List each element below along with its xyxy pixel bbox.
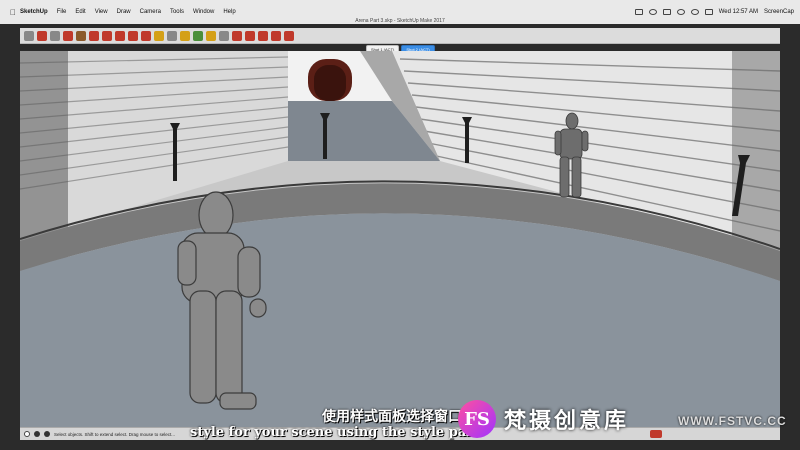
rotate-icon[interactable]	[115, 30, 125, 41]
info-icon[interactable]	[34, 431, 40, 437]
right-letterbox	[780, 24, 800, 450]
clock-status-icon[interactable]	[648, 9, 657, 15]
clock[interactable]: Wed 12:57 AM	[719, 9, 758, 15]
help-icon[interactable]	[24, 431, 30, 437]
credits-icon[interactable]	[44, 431, 50, 437]
recording-badge-icon	[650, 430, 662, 438]
recorder-label[interactable]: ScreenCap	[764, 9, 794, 15]
menu-view[interactable]: View	[95, 9, 108, 15]
pan-icon[interactable]	[206, 30, 216, 41]
dropbox-icon[interactable]	[662, 9, 671, 15]
tape-measure-icon[interactable]	[154, 30, 164, 41]
wifi-icon[interactable]	[690, 9, 699, 15]
rectangle-icon[interactable]	[76, 30, 86, 41]
window-title: Arena Part 3.skp - SketchUp Make 2017	[355, 18, 445, 24]
watermark: FS 梵摄创意库	[458, 400, 629, 438]
menu-file[interactable]: File	[57, 9, 67, 15]
menu-camera[interactable]: Camera	[140, 9, 161, 15]
pencil-line-icon[interactable]	[50, 30, 60, 41]
extension-warehouse-icon[interactable]	[258, 30, 268, 41]
select-arrow-icon[interactable]	[24, 30, 34, 41]
menu-draw[interactable]: Draw	[117, 9, 131, 15]
zoom-extents-icon[interactable]	[232, 30, 242, 41]
apple-icon[interactable]: 	[6, 8, 20, 17]
text-icon[interactable]	[167, 30, 177, 41]
move-icon[interactable]	[102, 30, 112, 41]
zoom-icon[interactable]	[219, 30, 229, 41]
subtitle-chinese: 使用样式面板选择窗口	[322, 408, 462, 424]
push-pull-icon[interactable]	[89, 30, 99, 41]
watermark-logo: FS	[458, 400, 496, 438]
scale-icon[interactable]	[128, 30, 138, 41]
extension-manager-icon[interactable]	[284, 30, 294, 41]
arena-scene	[20, 51, 780, 427]
watermark-name: 梵摄创意库	[504, 408, 630, 433]
3d-viewport[interactable]	[20, 51, 780, 427]
menu-window[interactable]: Window	[193, 9, 214, 15]
offset-icon[interactable]	[141, 30, 151, 41]
main-toolbar	[20, 28, 780, 44]
sync-icon[interactable]	[676, 9, 685, 15]
menu-help[interactable]: Help	[223, 9, 235, 15]
arc-icon[interactable]	[63, 30, 73, 41]
battery-icon[interactable]	[704, 9, 713, 15]
3d-warehouse-icon[interactable]	[245, 30, 255, 41]
display-icon[interactable]	[634, 9, 643, 15]
menu-app[interactable]: SketchUp	[20, 9, 48, 15]
paint-bucket-icon[interactable]	[180, 30, 190, 41]
watermark-url: WWW.FSTVC.CC	[678, 414, 787, 428]
status-message: Select objects. Shift to extend select. …	[54, 431, 176, 437]
orbit-icon[interactable]	[193, 30, 203, 41]
gate-door	[314, 65, 346, 101]
subtitle-english: style for your scene using the style pal…	[190, 425, 480, 440]
eraser-icon[interactable]	[37, 30, 47, 41]
bottom-letterbox	[0, 440, 800, 450]
menu-tools[interactable]: Tools	[170, 9, 184, 15]
left-letterbox	[0, 24, 20, 450]
layout-icon[interactable]	[271, 30, 281, 41]
menu-edit[interactable]: Edit	[75, 9, 85, 15]
